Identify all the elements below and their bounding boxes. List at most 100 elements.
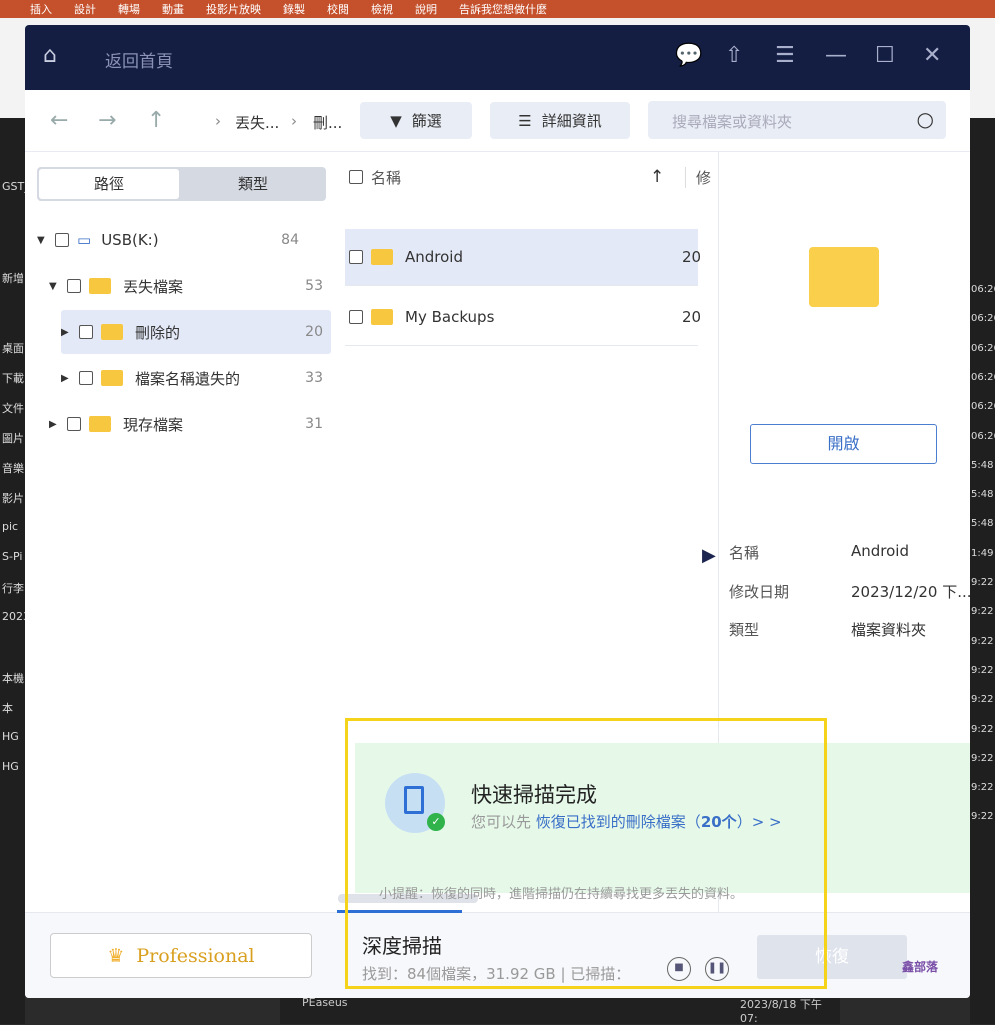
tab-path[interactable]: 路徑 (39, 169, 179, 199)
close-icon[interactable]: ✕ (923, 43, 941, 68)
background-time: 9:22 (971, 752, 994, 764)
background-time: 06:26 (971, 313, 995, 325)
background-label: HG (2, 760, 19, 773)
tab-type[interactable]: 類型 (182, 169, 324, 199)
background-label: 本機 (2, 672, 24, 685)
background-time: 9:22 (971, 664, 994, 676)
tree-item-deleted[interactable]: ▶ 刪除的 20 (61, 310, 331, 354)
back-arrow-icon[interactable]: ← (50, 108, 68, 133)
checkbox[interactable] (79, 325, 93, 339)
file-date: 20 (682, 308, 702, 326)
background-label: 行李 (2, 582, 24, 595)
tree-count: 31 (305, 416, 323, 432)
background-label: S-Pi (2, 550, 23, 563)
tree-label: 刪除的 (135, 323, 181, 342)
ribbon-tab: 動畫 (162, 3, 184, 16)
list-header: 名稱 ↑ 修 (345, 152, 711, 202)
background-time: 06:26 (971, 401, 995, 413)
open-button[interactable]: 開啟 (750, 424, 937, 464)
filter-icon: ▼ (390, 111, 402, 130)
background-times: 06:26 06:26 06:26 06:26 06:26 06:26 5:48 5:48 5:… (970, 118, 995, 1024)
background-time: 9:22 (971, 577, 994, 588)
background-time: 9:22 (971, 635, 994, 647)
title-bar: ⌂ 返回首頁 💬 ⇧ ☰ — ☐ ✕ (25, 25, 970, 90)
table-row[interactable]: Android 20 (345, 229, 702, 286)
tree-item-lost[interactable]: ▼ 丟失檔案 53 (49, 264, 331, 308)
checkbox[interactable] (55, 233, 69, 247)
file-date: 20 (682, 248, 702, 266)
crown-icon: ♛ (107, 944, 125, 967)
up-arrow-icon[interactable]: ↑ (147, 108, 165, 133)
tree-count: 53 (305, 278, 323, 294)
list-icon: ☰ (518, 111, 532, 130)
background-time: 5:48 (971, 459, 994, 471)
background-time: 9:22 (971, 723, 994, 735)
header-name[interactable]: 名稱 (371, 167, 401, 188)
checkbox[interactable] (79, 371, 93, 385)
background-time: 06:26 (971, 284, 995, 295)
tree-label: 丟失檔案 (123, 277, 184, 296)
tree-item-existing[interactable]: ▶ 現存檔案 31 (49, 402, 331, 446)
home-icon[interactable]: ⌂ (43, 43, 57, 68)
details-label: 詳細資訊 (541, 112, 602, 130)
select-all-checkbox[interactable] (349, 170, 363, 184)
sidebar: 路徑 類型 ▼ ▭ USB(K:) 84 ▼ 丟失檔案 53 ▶ 刪除的 20 ▶ 檔案名稱遺失… (25, 152, 335, 912)
detail-key: 類型 (729, 621, 760, 639)
menu-icon[interactable]: ☰ (775, 43, 795, 68)
file-name: My Backups (405, 308, 495, 326)
folder-icon (371, 249, 393, 265)
tree-count: 20 (305, 324, 323, 340)
detail-value: 檔案資料夾 (851, 621, 927, 639)
detail-value: 2023/12/20 下... (851, 583, 970, 601)
checkbox[interactable] (67, 279, 81, 293)
ribbon-tab: 說明 (415, 3, 437, 16)
breadcrumb-deleted[interactable]: 刪... (313, 112, 342, 133)
lost-folder-icon (89, 278, 111, 294)
header-modified[interactable]: 修 (685, 166, 711, 188)
feedback-icon[interactable]: 💬 (675, 43, 702, 68)
background-time: 9:22 (971, 694, 994, 706)
tree-count: 84 (281, 232, 299, 248)
background-label: 本 (2, 702, 13, 715)
professional-button[interactable]: ♛ Professional (50, 933, 312, 978)
background-label: pic (2, 520, 19, 533)
breadcrumb-lost[interactable]: 丟失... (235, 112, 279, 133)
background-time: 5:48 (971, 518, 994, 530)
collapse-panel-icon[interactable]: ▶ (702, 545, 716, 566)
search-icon[interactable]: ○ (917, 107, 934, 131)
maximize-icon[interactable]: ☐ (875, 43, 895, 68)
background-label: 新增 (2, 272, 24, 285)
professional-label: Professional (136, 944, 255, 967)
background-time: 9:22 (971, 811, 994, 823)
minimize-icon[interactable]: — (825, 43, 847, 68)
background-label: 影片 (2, 492, 24, 505)
tree-item-usb[interactable]: ▼ ▭ USB(K:) 84 (37, 218, 307, 262)
details-button[interactable]: ☰ 詳細資訊 (490, 102, 630, 139)
ribbon-tab: 轉場 (118, 3, 140, 16)
background-time: 06:26 (971, 342, 995, 354)
large-folder-icon (809, 247, 879, 307)
sort-up-icon[interactable]: ↑ (650, 167, 664, 187)
table-row[interactable]: My Backups 20 (345, 289, 702, 346)
checkbox[interactable] (349, 310, 363, 324)
ribbon-tab: 校閱 (327, 3, 349, 16)
ribbon-tab: 檢視 (371, 3, 393, 16)
filter-button[interactable]: ▼ 篩選 (360, 102, 472, 139)
background-time: 06:26 (971, 430, 995, 442)
forward-arrow-icon[interactable]: → (98, 108, 116, 133)
tree-label: 現存檔案 (123, 415, 184, 434)
watermark-logo: 鑫部落 (902, 960, 939, 974)
background-time: 9:22 (971, 606, 994, 618)
search-input[interactable]: 搜尋檔案或資料夾 ○ (648, 101, 946, 139)
checkbox[interactable] (67, 417, 81, 431)
background-taskbar: PEaseus 2023/8/18 下午 07: (280, 996, 840, 1025)
search-placeholder: 搜尋檔案或資料夾 (672, 113, 793, 131)
export-icon[interactable]: ⇧ (725, 43, 743, 68)
detail-value: Android (851, 542, 909, 560)
background-explorer: GST_ 新增 桌面 下載 文件 圖片 音樂 影片 pic S-Pi 行李 2023 本機本 HG HG (0, 118, 30, 1024)
back-home-link[interactable]: 返回首頁 (105, 47, 173, 72)
tree-item-nameless[interactable]: ▶ 檔案名稱遺失的 33 (61, 356, 331, 400)
folder-icon (89, 416, 111, 432)
ribbon-tab: 設計 (74, 3, 96, 16)
checkbox[interactable] (349, 250, 363, 264)
